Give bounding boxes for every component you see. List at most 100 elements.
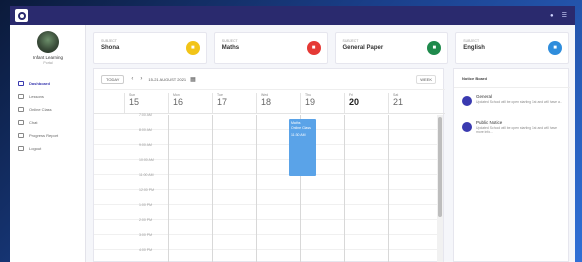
calendar-icon[interactable]: ▦: [190, 76, 196, 83]
sidebar: Infant Learning Portal Dashboard Lessons…: [10, 25, 86, 262]
date-range: 15-21 AUGUST 2021: [148, 76, 187, 82]
next-week-icon[interactable]: ›: [140, 76, 142, 82]
day-column-header[interactable]: Wed 18: [256, 93, 300, 113]
time-label: 4:00 PM: [139, 248, 153, 252]
dashboard-icon: [18, 81, 24, 86]
card-sublabel: SUBJECT: [221, 39, 238, 43]
card-title: Shona: [101, 45, 120, 51]
notice-title: Public Notice: [476, 120, 503, 125]
subject-card-english[interactable]: SUBJECT English ■: [455, 32, 569, 64]
sidebar-item-label: Dashboard: [29, 81, 50, 86]
app-logo[interactable]: [15, 9, 28, 22]
notice-item[interactable]: Public Notice Updated School will be ope…: [462, 119, 566, 141]
time-label: 10:00 AM: [139, 158, 154, 162]
event-title: Maths: [291, 121, 301, 125]
sidebar-nav: Dashboard Lessons Online Class Chat Prog…: [16, 77, 82, 155]
brand-logo: [37, 31, 59, 53]
subject-icon: ■: [306, 41, 321, 55]
sidebar-item-chat[interactable]: Chat: [16, 116, 82, 129]
sidebar-item-label: Chat: [29, 120, 38, 125]
lessons-icon: [18, 94, 24, 99]
day-divider: [212, 115, 213, 262]
card-title: General Paper: [342, 45, 384, 51]
event-time: 11:30 AM: [291, 133, 306, 137]
time-label: 9:00 AM: [139, 143, 152, 147]
card-title: Maths: [221, 45, 240, 51]
time-grid[interactable]: 7:00 AM 8:00 AM 9:00 AM 10:00 AM 11:00 A…: [94, 113, 439, 262]
sidebar-item-online-class[interactable]: Online Class: [16, 103, 82, 116]
online-class-icon: [18, 107, 24, 112]
day-date: 18: [261, 97, 272, 107]
week-calendar: TODAY ‹ › 15-21 AUGUST 2021 ▦ WEEK Sun 1…: [93, 68, 445, 262]
notice-title: General: [476, 94, 493, 99]
day-date: 20: [349, 97, 360, 107]
day-divider: [344, 115, 345, 262]
scroll-thumb[interactable]: [438, 117, 442, 217]
time-label: 1:00 PM: [139, 203, 153, 207]
notification-icon[interactable]: ●: [550, 13, 554, 19]
subject-cards: SUBJECT Shona ■ SUBJECT Maths ■ SUBJECT …: [93, 32, 569, 64]
sidebar-item-dashboard[interactable]: Dashboard: [16, 77, 82, 90]
subject-card-general-paper[interactable]: SUBJECT General Paper ■: [334, 32, 449, 64]
app-shell: Infant Learning Portal Dashboard Lessons…: [10, 25, 575, 262]
day-date: 17: [217, 97, 228, 107]
brand-name: Infant Learning: [32, 55, 64, 60]
divider: [454, 87, 570, 88]
sidebar-item-progress-report[interactable]: Progress Report: [16, 129, 82, 142]
sidebar-item-label: Lessons: [29, 94, 44, 99]
day-column-header[interactable]: Fri 20: [344, 93, 388, 113]
day-divider: [256, 115, 257, 262]
card-sublabel: SUBJECT: [342, 39, 359, 43]
sidebar-item-label: Online Class: [29, 107, 52, 112]
brand-sub: Portal: [43, 61, 53, 65]
day-column-header[interactable]: Mon 16: [168, 93, 212, 113]
subject-icon: ■: [185, 41, 200, 55]
logout-icon: [18, 146, 24, 151]
notice-board-title: Notice Board: [462, 76, 487, 81]
notice-item[interactable]: General Updated School will be open star…: [462, 93, 566, 115]
day-column-header[interactable]: Thu 19: [300, 93, 344, 113]
view-select[interactable]: WEEK: [416, 74, 436, 84]
subject-card-maths[interactable]: SUBJECT Maths ■: [213, 32, 328, 64]
subject-icon: ■: [548, 41, 562, 55]
user-menu-icon[interactable]: ☰: [562, 12, 567, 19]
calendar-toolbar: TODAY ‹ › 15-21 AUGUST 2021 ▦ WEEK: [101, 74, 436, 84]
time-label: 8:00 AM: [139, 128, 152, 132]
time-label: 3:00 PM: [139, 233, 153, 237]
event-subtitle: Online Class: [291, 126, 311, 130]
day-date: 19: [305, 97, 316, 107]
notice-icon: [462, 96, 472, 106]
day-date: 15: [129, 97, 140, 107]
notice-icon: [462, 122, 472, 132]
day-divider: [168, 115, 169, 262]
brand: Infant Learning Portal: [22, 31, 74, 65]
calendar-scrollbar[interactable]: [437, 115, 443, 262]
prev-week-icon[interactable]: ‹: [131, 76, 133, 82]
day-column-header[interactable]: Tue 17: [212, 93, 256, 113]
card-sublabel: SUBJECT: [101, 39, 117, 43]
day-date: 16: [173, 97, 184, 107]
subject-card-shona[interactable]: SUBJECT Shona ■: [93, 32, 207, 64]
report-icon: [18, 133, 24, 138]
card-sublabel: SUBJECT: [463, 39, 480, 43]
sidebar-item-label: Progress Report: [29, 133, 59, 138]
sidebar-item-lessons[interactable]: Lessons: [16, 90, 82, 103]
today-button[interactable]: TODAY: [101, 74, 125, 84]
day-divider: [388, 115, 389, 262]
time-label: 2:00 PM: [139, 218, 153, 222]
calendar-event[interactable]: Maths Online Class 11:30 AM: [289, 119, 316, 176]
chat-icon: [18, 120, 24, 125]
time-label: 11:00 AM: [139, 173, 154, 177]
notice-body: Updated School will be open starting 1st…: [476, 126, 558, 134]
subject-icon: ■: [427, 41, 442, 55]
day-header: Sun 15 Mon 16 Tue 17 Wed 18 Thu 19 Fri 2…: [94, 89, 445, 114]
card-title: English: [463, 45, 485, 51]
day-column-header[interactable]: Sat 21: [388, 93, 432, 113]
time-label: 12:00 PM: [139, 188, 154, 192]
day-column-header[interactable]: Sun 15: [124, 93, 168, 113]
day-date: 21: [393, 97, 404, 107]
top-bar: ● ☰: [10, 6, 575, 25]
notice-board: Notice Board General Updated School will…: [453, 68, 570, 262]
time-label: 7:00 AM: [139, 113, 152, 117]
sidebar-item-logout[interactable]: Logout: [16, 142, 82, 155]
